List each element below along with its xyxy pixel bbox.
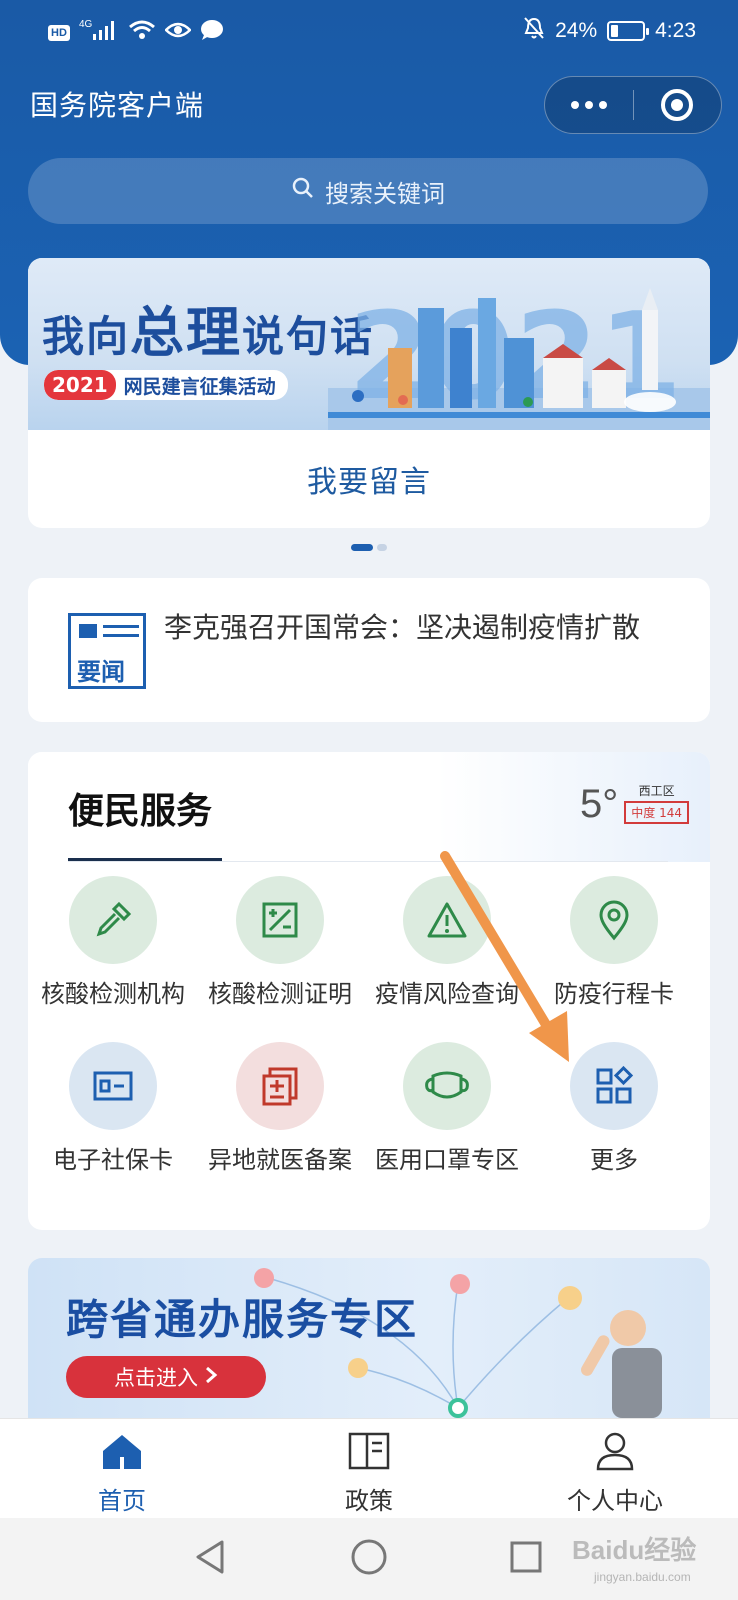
services-title: 便民服务 [68, 791, 213, 832]
services-card: 便民服务 5° 西工区 中度 144 核酸检测机构 核酸检测证明 疫情风险查询 … [28, 752, 710, 1230]
banner-year: 2021 [44, 370, 116, 400]
user-icon [593, 1432, 637, 1475]
service-item-epidemic-risk-query[interactable]: 疫情风险查询 [362, 876, 532, 1009]
city-illustration: 2021 [328, 288, 710, 430]
id-card-icon [69, 1042, 157, 1130]
banner-campaign: 网民建言征集活动 [123, 375, 276, 398]
hd-badge: HD [48, 24, 70, 41]
tab-profile[interactable]: 个人中心 [535, 1431, 695, 1516]
banner-card: 我向总理说句话 2021 网民建言征集活动 2021 我要留言 [28, 258, 710, 528]
status-bar: HD 4G 24% 4:23 [0, 0, 738, 64]
dropper-icon [69, 876, 157, 964]
warning-icon [403, 876, 491, 964]
book-icon [347, 1432, 391, 1475]
chat-bubble-icon [200, 19, 224, 46]
news-headline: 李克强召开国常会：坚决遏制疫情扩散 [164, 611, 641, 644]
battery-icon [607, 21, 650, 41]
tab-home[interactable]: 首页 [42, 1431, 202, 1516]
banner-image[interactable]: 我向总理说句话 2021 网民建言征集活动 2021 [28, 258, 710, 430]
eye-icon [164, 20, 192, 45]
battery-percent: 24% [555, 19, 598, 42]
weather-district: 西工区 [638, 784, 675, 798]
grid-more-icon [570, 1042, 658, 1130]
home-icon [100, 1435, 144, 1475]
leave-message-button[interactable]: 我要留言 [28, 430, 710, 528]
newspaper-icon: 要闻 [68, 613, 146, 689]
network-type-label: 4G [79, 19, 93, 30]
mask-icon [403, 1042, 491, 1130]
banner-subtitle: 2021 网民建言征集活动 [44, 370, 288, 400]
medical-record-icon [236, 1042, 324, 1130]
service-item-medical-mask-zone[interactable]: 医用口罩专区 [362, 1042, 532, 1175]
home-circle-icon[interactable] [350, 1538, 388, 1580]
back-triangle-icon[interactable] [192, 1538, 228, 1580]
mute-bell-icon [523, 16, 545, 46]
signal-icon: 4G [79, 18, 119, 47]
promo-title: 跨省通办服务专区 [66, 1295, 419, 1344]
bottom-tab-bar: 首页 政策 个人中心 [0, 1418, 738, 1518]
promo-enter-button[interactable]: 点击进入 [66, 1356, 266, 1398]
divider [68, 861, 668, 862]
service-item-nucleic-test-certificate[interactable]: 核酸检测证明 [195, 876, 365, 1009]
baidu-jingyan-watermark: Baidu经验 [572, 1535, 697, 1565]
search-icon [291, 176, 315, 206]
app-title: 国务院客户端 [30, 89, 205, 122]
close-mini-program-button[interactable] [634, 77, 722, 133]
service-item-remote-medical-filing[interactable]: 异地就医备案 [195, 1042, 365, 1175]
wifi-icon [128, 19, 156, 46]
air-quality-badge: 中度 144 [624, 801, 689, 824]
carousel-dot [377, 544, 387, 551]
search-placeholder: 搜索关键词 [325, 179, 445, 208]
service-item-more[interactable]: 更多 [529, 1042, 699, 1175]
certificate-icon [236, 876, 324, 964]
news-card[interactable]: 要闻 李克强召开国常会：坚决遏制疫情扩散 [28, 578, 710, 722]
chevron-right-icon [204, 1365, 218, 1389]
service-item-travel-card[interactable]: 防疫行程卡 [529, 876, 699, 1009]
watermark-url: jingyan.baidu.com [594, 1570, 691, 1584]
mini-program-capsule [544, 76, 722, 134]
clock: 4:23 [655, 19, 696, 42]
recents-square-icon[interactable] [508, 1538, 544, 1580]
banner-headline: 我向总理说句话 [42, 301, 375, 364]
more-dots-icon [570, 101, 579, 109]
service-item-nucleic-test-sites[interactable]: 核酸检测机构 [28, 876, 198, 1009]
location-pin-icon [570, 876, 658, 964]
more-menu-button[interactable] [545, 77, 633, 133]
weather-widget[interactable]: 5° 西工区 中度 144 [580, 782, 689, 827]
news-tag: 要闻 [77, 658, 125, 686]
carousel-dot-active [351, 544, 373, 551]
battery-level [611, 25, 619, 37]
service-item-social-security-card[interactable]: 电子社保卡 [28, 1042, 198, 1175]
carousel-indicator [351, 544, 387, 551]
search-bar[interactable]: 搜索关键词 [28, 158, 708, 224]
tab-policy[interactable]: 政策 [289, 1431, 449, 1516]
target-close-icon [661, 89, 694, 121]
cross-province-promo-banner[interactable]: 跨省通办服务专区 点击进入 [28, 1258, 710, 1418]
weather-temperature: 5° [580, 782, 619, 826]
